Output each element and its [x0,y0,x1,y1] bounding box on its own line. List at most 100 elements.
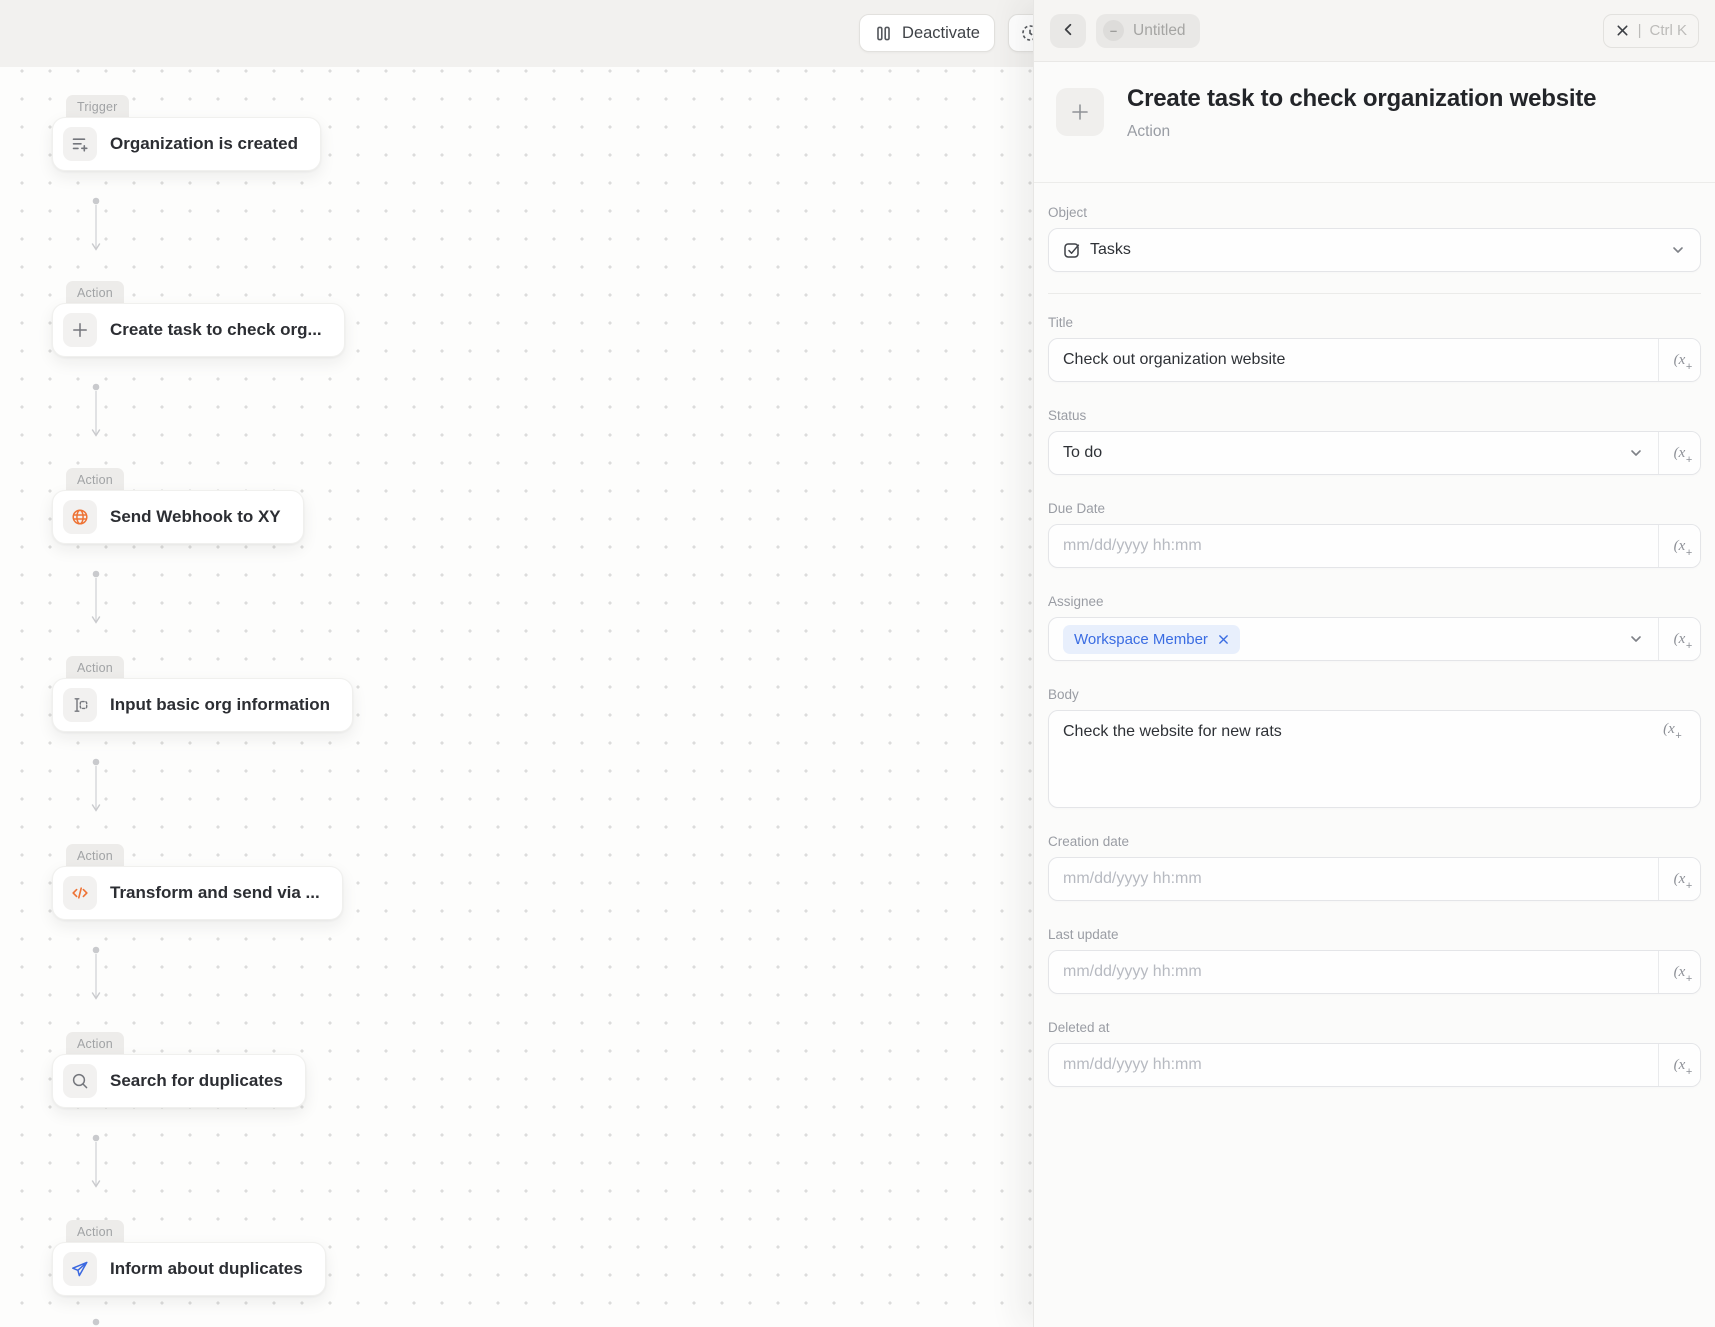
panel-title-section: Create task to check organization websit… [1034,62,1715,183]
body-textarea[interactable]: Check the website for new rats [1049,711,1700,807]
action-config-panel: – Untitled | Ctrl K Create [1033,0,1715,1327]
checkbox-icon [1063,241,1081,259]
chevron-left-icon [1060,21,1077,41]
chevron-down-icon [1628,631,1644,647]
variable-icon: (x+ [1674,352,1686,369]
action-subtitle: Action [1127,123,1596,141]
title-control: (x+ [1048,338,1701,382]
field-assignee: Assignee Workspace Member [1048,594,1701,661]
object-value: Tasks [1090,241,1131,259]
input-field-icon [63,688,97,722]
field-object: Object Tasks [1048,205,1701,272]
workflow-node-transform-send[interactable]: Transform and send via ... [52,866,343,920]
chevron-down-icon [1628,445,1644,461]
variable-icon: (x+ [1674,538,1686,555]
field-last-update: Last update (x+ [1048,927,1701,994]
workflow-builder-app: Deactivate Trigger Organization is creat… [0,0,1715,1327]
close-panel-button[interactable]: | Ctrl K [1603,14,1699,48]
status-label: Status [1048,408,1701,423]
insert-variable-button[interactable]: (x+ [1648,721,1690,738]
variable-icon: (x+ [1674,964,1686,981]
insert-variable-button[interactable]: (x+ [1658,858,1700,900]
deleted-at-input[interactable] [1063,1044,1658,1086]
remove-assignee-icon[interactable] [1217,633,1230,646]
pause-icon [874,24,893,43]
history-icon [1020,23,1033,43]
creation-date-input[interactable] [1063,858,1658,900]
node-label: Create task to check org... [110,320,322,340]
last-update-input[interactable] [1063,951,1658,993]
insert-variable-button[interactable]: (x+ [1658,618,1700,660]
due-date-control: (x+ [1048,524,1701,568]
flow-connector [89,570,103,628]
field-body: Body Check the website for new rats (x+ [1048,687,1701,808]
insert-variable-button[interactable]: (x+ [1658,432,1700,474]
action-title: Create task to check organization websit… [1127,85,1596,114]
workflow-node-search-duplicates[interactable]: Search for duplicates [52,1054,306,1108]
field-deleted-at: Deleted at (x+ [1048,1020,1701,1087]
workflow-status-icon: – [1103,20,1124,41]
field-due-date: Due Date (x+ [1048,501,1701,568]
field-title: Title (x+ [1048,315,1701,382]
flow-connector-start [89,1318,103,1327]
variable-icon: (x+ [1674,1057,1686,1074]
globe-icon [63,500,97,534]
body-label: Body [1048,687,1701,702]
flow-connector [89,946,103,1004]
title-input[interactable] [1063,339,1658,381]
form-divider [1048,293,1701,294]
assignee-select[interactable]: Workspace Member (x [1048,617,1701,661]
shortcut-divider: | [1638,22,1642,39]
object-select[interactable]: Tasks [1048,228,1701,272]
workflow-node-input-org-info[interactable]: Input basic org information [52,678,353,732]
workflow-node-organization-created[interactable]: Organization is created [52,117,321,171]
assignee-chip-label: Workspace Member [1074,631,1208,648]
creation-date-label: Creation date [1048,834,1701,849]
field-creation-date: Creation date (x+ [1048,834,1701,901]
last-update-control: (x+ [1048,950,1701,994]
plus-icon [63,313,97,347]
body-control: Check the website for new rats (x+ [1048,710,1701,808]
shortcut-label: Ctrl K [1650,22,1688,39]
close-icon [1615,23,1630,38]
status-select[interactable]: To do (x+ [1048,431,1701,475]
send-icon [63,1252,97,1286]
node-label: Input basic org information [110,695,330,715]
title-label: Title [1048,315,1701,330]
field-status: Status To do (x+ [1048,408,1701,475]
workflow-node-create-task[interactable]: Create task to check org... [52,303,345,357]
deleted-at-label: Deleted at [1048,1020,1701,1035]
flow-connector [89,197,103,255]
workflow-name-pill[interactable]: – Untitled [1096,14,1200,48]
insert-variable-button[interactable]: (x+ [1658,951,1700,993]
variable-icon: (x+ [1674,871,1686,888]
insert-variable-button[interactable]: (x+ [1658,1044,1700,1086]
insert-variable-button[interactable]: (x+ [1658,339,1700,381]
insert-variable-button[interactable]: (x+ [1658,525,1700,567]
flow-connector [89,1134,103,1192]
node-label: Inform about duplicates [110,1259,303,1279]
variable-icon: (x+ [1674,631,1686,648]
workflow-node-send-webhook[interactable]: Send Webhook to XY [52,490,304,544]
back-button[interactable] [1050,14,1086,48]
workflow-canvas[interactable]: Deactivate Trigger Organization is creat… [0,0,1033,1327]
deactivate-button[interactable]: Deactivate [859,14,995,52]
action-config-form: Object Tasks [1034,183,1715,1087]
workflow-node-inform-duplicates[interactable]: Inform about duplicates [52,1242,326,1296]
node-label: Search for duplicates [110,1071,283,1091]
deactivate-label: Deactivate [902,24,980,43]
search-icon [63,1064,97,1098]
due-date-label: Due Date [1048,501,1701,516]
panel-header: – Untitled | Ctrl K [1034,0,1715,62]
flow-connector [89,383,103,441]
deleted-at-control: (x+ [1048,1043,1701,1087]
flow-connector [89,758,103,816]
code-icon [63,876,97,910]
variable-icon: (x+ [1663,721,1675,738]
node-label: Organization is created [110,134,298,154]
status-value: To do [1063,444,1102,462]
due-date-input[interactable] [1063,525,1658,567]
object-label: Object [1048,205,1701,220]
workflow-name: Untitled [1133,22,1186,40]
history-button[interactable] [1008,14,1033,52]
